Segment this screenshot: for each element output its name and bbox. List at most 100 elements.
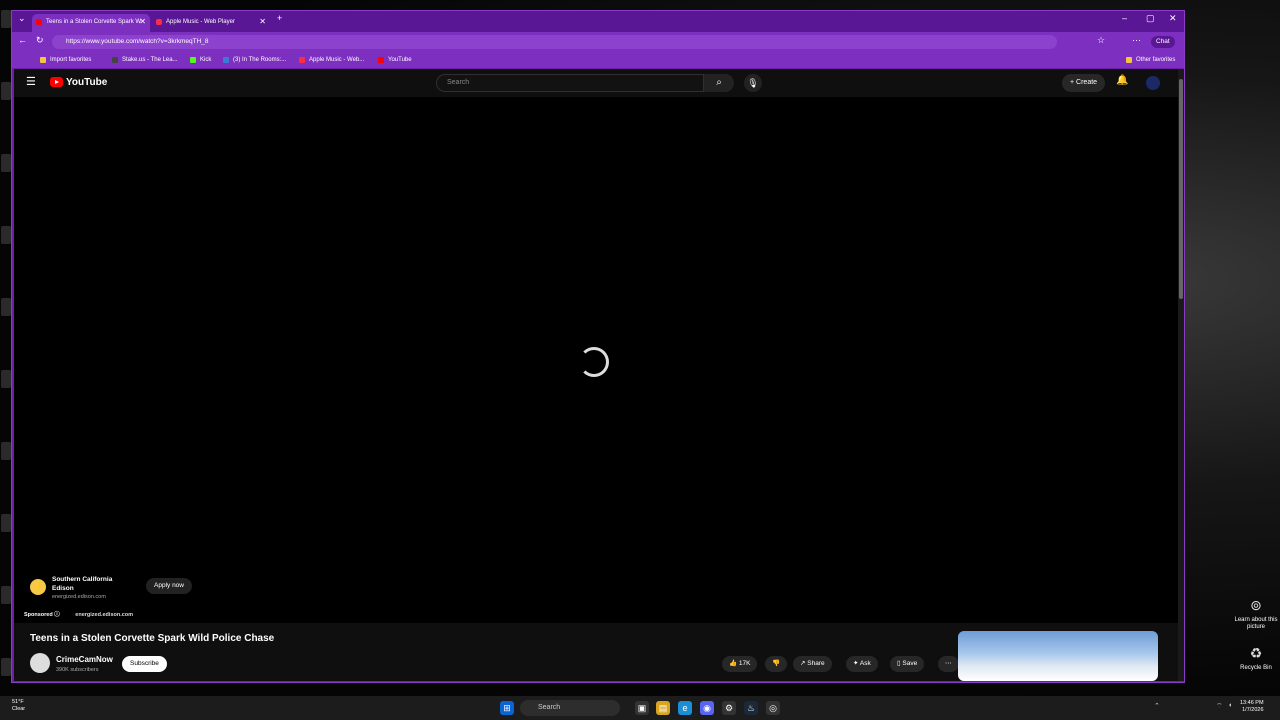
thumbs-up-icon: 👍	[729, 660, 738, 667]
bookmark-kick[interactable]: Kick	[190, 55, 211, 65]
steam-icon[interactable]: ♨	[744, 701, 758, 715]
file-explorer-icon[interactable]: ▤	[656, 701, 670, 715]
close-window-icon[interactable]: ✕	[1169, 13, 1177, 24]
bookmarks-bar: Import favorites Stake.us - The Lea... K…	[12, 52, 1184, 68]
recycle-bin-icon: ♻	[1249, 645, 1263, 661]
tab-youtube-video[interactable]: Teens in a Stolen Corvette Spark W ✕	[32, 14, 150, 32]
settings-gear-icon[interactable]: ⚙	[722, 701, 736, 715]
ask-button[interactable]: ✦ Ask	[846, 656, 878, 672]
thumbs-down-icon: 👎	[772, 660, 781, 667]
save-button[interactable]: ▯ Save	[890, 656, 925, 672]
minimize-icon[interactable]: –	[1122, 13, 1127, 23]
hamburger-menu-icon[interactable]: ☰	[26, 75, 36, 88]
desktop-icon[interactable]	[1, 154, 11, 172]
desktop-icon[interactable]	[1, 442, 11, 460]
weather-widget[interactable]: 51°F Clear	[12, 699, 25, 713]
loading-spinner-icon	[579, 347, 609, 377]
copilot-chat-button[interactable]: Chat	[1151, 36, 1175, 48]
video-details: Teens in a Stolen Corvette Spark Wild Po…	[14, 623, 1178, 681]
volume-icon[interactable]: ◖	[1228, 702, 1232, 709]
more-icon[interactable]: ⋯	[1132, 35, 1141, 46]
tab-actions-icon[interactable]: ⌄	[18, 13, 26, 24]
dislike-button[interactable]: 👎	[765, 656, 788, 672]
chevron-up-icon[interactable]: ⌃	[1154, 702, 1160, 710]
edge-icon[interactable]: e	[678, 701, 692, 715]
desktop-icon[interactable]	[1, 82, 11, 100]
channel-name[interactable]: CrimeCamNow	[56, 655, 113, 664]
folder-icon	[40, 57, 46, 63]
desktop-icon[interactable]	[1, 514, 11, 532]
taskbar-search[interactable]: Search	[520, 700, 620, 716]
close-tab-icon[interactable]: ✕	[139, 14, 146, 30]
voice-search-button[interactable]: 🎙	[744, 74, 762, 92]
share-icon: ↗	[800, 660, 806, 667]
learn-about-picture-shortcut[interactable]: ⊚ Learn about this picture	[1226, 596, 1280, 631]
refresh-icon[interactable]: ↻	[36, 35, 44, 46]
desktop-icon[interactable]	[1, 226, 11, 244]
subscribe-button[interactable]: Subscribe	[122, 656, 167, 672]
channel-avatar[interactable]	[30, 653, 50, 673]
maximize-icon[interactable]: ▢	[1146, 13, 1155, 24]
microphone-icon: 🎙	[747, 78, 759, 88]
new-tab-icon[interactable]: +	[277, 13, 282, 23]
close-tab-icon[interactable]: ✕	[259, 14, 266, 30]
advertiser-logo-icon[interactable]: ⚡	[30, 579, 46, 595]
wifi-icon[interactable]: ⌔	[1216, 702, 1223, 711]
recycle-bin-shortcut[interactable]: ♻ Recycle Bin	[1226, 644, 1280, 672]
browser-window: ⌄ Teens in a Stolen Corvette Spark W ✕ A…	[11, 10, 1185, 683]
bookmark-import-favorites[interactable]: Import favorites	[40, 55, 91, 65]
advertiser-name[interactable]: Southern California Edison	[52, 575, 127, 593]
other-favorites[interactable]: Other favorites	[1126, 55, 1175, 65]
apply-now-button[interactable]: Apply now	[146, 578, 192, 594]
bookmark-stake[interactable]: Stake.us - The Lea...	[112, 55, 178, 65]
more-actions-button[interactable]: ⋯	[938, 656, 959, 672]
bookmark-youtube[interactable]: YouTube	[378, 55, 412, 65]
discord-icon[interactable]: ◉	[700, 701, 714, 715]
scrollbar-thumb[interactable]	[1179, 79, 1183, 299]
tab-apple-music[interactable]: Apple Music - Web Player ✕	[152, 14, 270, 32]
create-button[interactable]: + Create	[1062, 74, 1106, 92]
search-button[interactable]: ⌕	[704, 74, 734, 92]
folder-icon	[1126, 57, 1132, 63]
favorites-icon[interactable]: ☆	[1097, 35, 1105, 46]
info-icon: ⊚	[1250, 597, 1262, 613]
youtube-logo[interactable]: YouTube	[50, 77, 107, 88]
bookmark-in-the-rooms[interactable]: (3) In The Rooms:...	[223, 55, 286, 65]
page-scrollbar[interactable]	[1178, 69, 1184, 681]
apple-music-favicon-icon	[299, 57, 305, 63]
sponsored-label: Sponsored ⓘ energized.edison.com	[24, 612, 134, 618]
desktop-icon[interactable]	[1, 586, 11, 604]
desktop-icon[interactable]	[1, 10, 11, 28]
url-field[interactable]: https://www.youtube.com/watch?v=3krkmeqT…	[52, 35, 1057, 49]
search-icon: ⌕	[716, 77, 722, 88]
sponsored-domain[interactable]: energized.edison.com	[75, 612, 133, 618]
taskbar: 51°F Clear ⊞ Search ▣ ▤ e ◉ ⚙ ♨ ◎ ⌃ ⌔ ◖ …	[0, 696, 1280, 720]
sidebar-video-thumbnail[interactable]	[958, 631, 1158, 681]
share-button[interactable]: ↗ Share	[793, 656, 832, 672]
youtube-play-icon	[50, 77, 63, 87]
advertiser-domain: energized.edison.com	[52, 594, 106, 600]
task-view-icon[interactable]: ▣	[635, 701, 649, 715]
rooms-favicon-icon	[223, 57, 229, 63]
start-button[interactable]: ⊞	[500, 701, 514, 715]
stake-favicon-icon	[112, 57, 118, 63]
desktop-icon[interactable]	[1, 370, 11, 388]
kick-favicon-icon	[190, 57, 196, 63]
avatar[interactable]	[1146, 76, 1160, 90]
back-icon[interactable]: ←	[18, 35, 27, 45]
video-title: Teens in a Stolen Corvette Spark Wild Po…	[30, 633, 275, 644]
tab-bar: ⌄ Teens in a Stolen Corvette Spark W ✕ A…	[12, 11, 1184, 32]
search-input[interactable]: Search	[436, 74, 704, 92]
desktop-icon[interactable]	[1, 298, 11, 316]
bookmark-icon: ▯	[897, 660, 901, 667]
sparkle-icon: ✦	[853, 660, 859, 667]
desktop-icon[interactable]	[1, 658, 11, 676]
more-icon: ⋯	[945, 660, 952, 667]
app-icon[interactable]: ◎	[766, 701, 780, 715]
bookmark-apple-music[interactable]: Apple Music - Web...	[299, 55, 364, 65]
like-button[interactable]: 👍 17K	[722, 656, 758, 672]
notifications-bell-icon[interactable]: 🔔	[1116, 75, 1128, 86]
video-player[interactable]: ⚡ Southern California Edison energized.e…	[14, 97, 1178, 623]
youtube-header: ☰ YouTube Search ⌕ 🎙 + Create 🔔	[14, 69, 1178, 97]
system-clock[interactable]: 13:46 PM 1/7/2026	[1240, 700, 1264, 714]
